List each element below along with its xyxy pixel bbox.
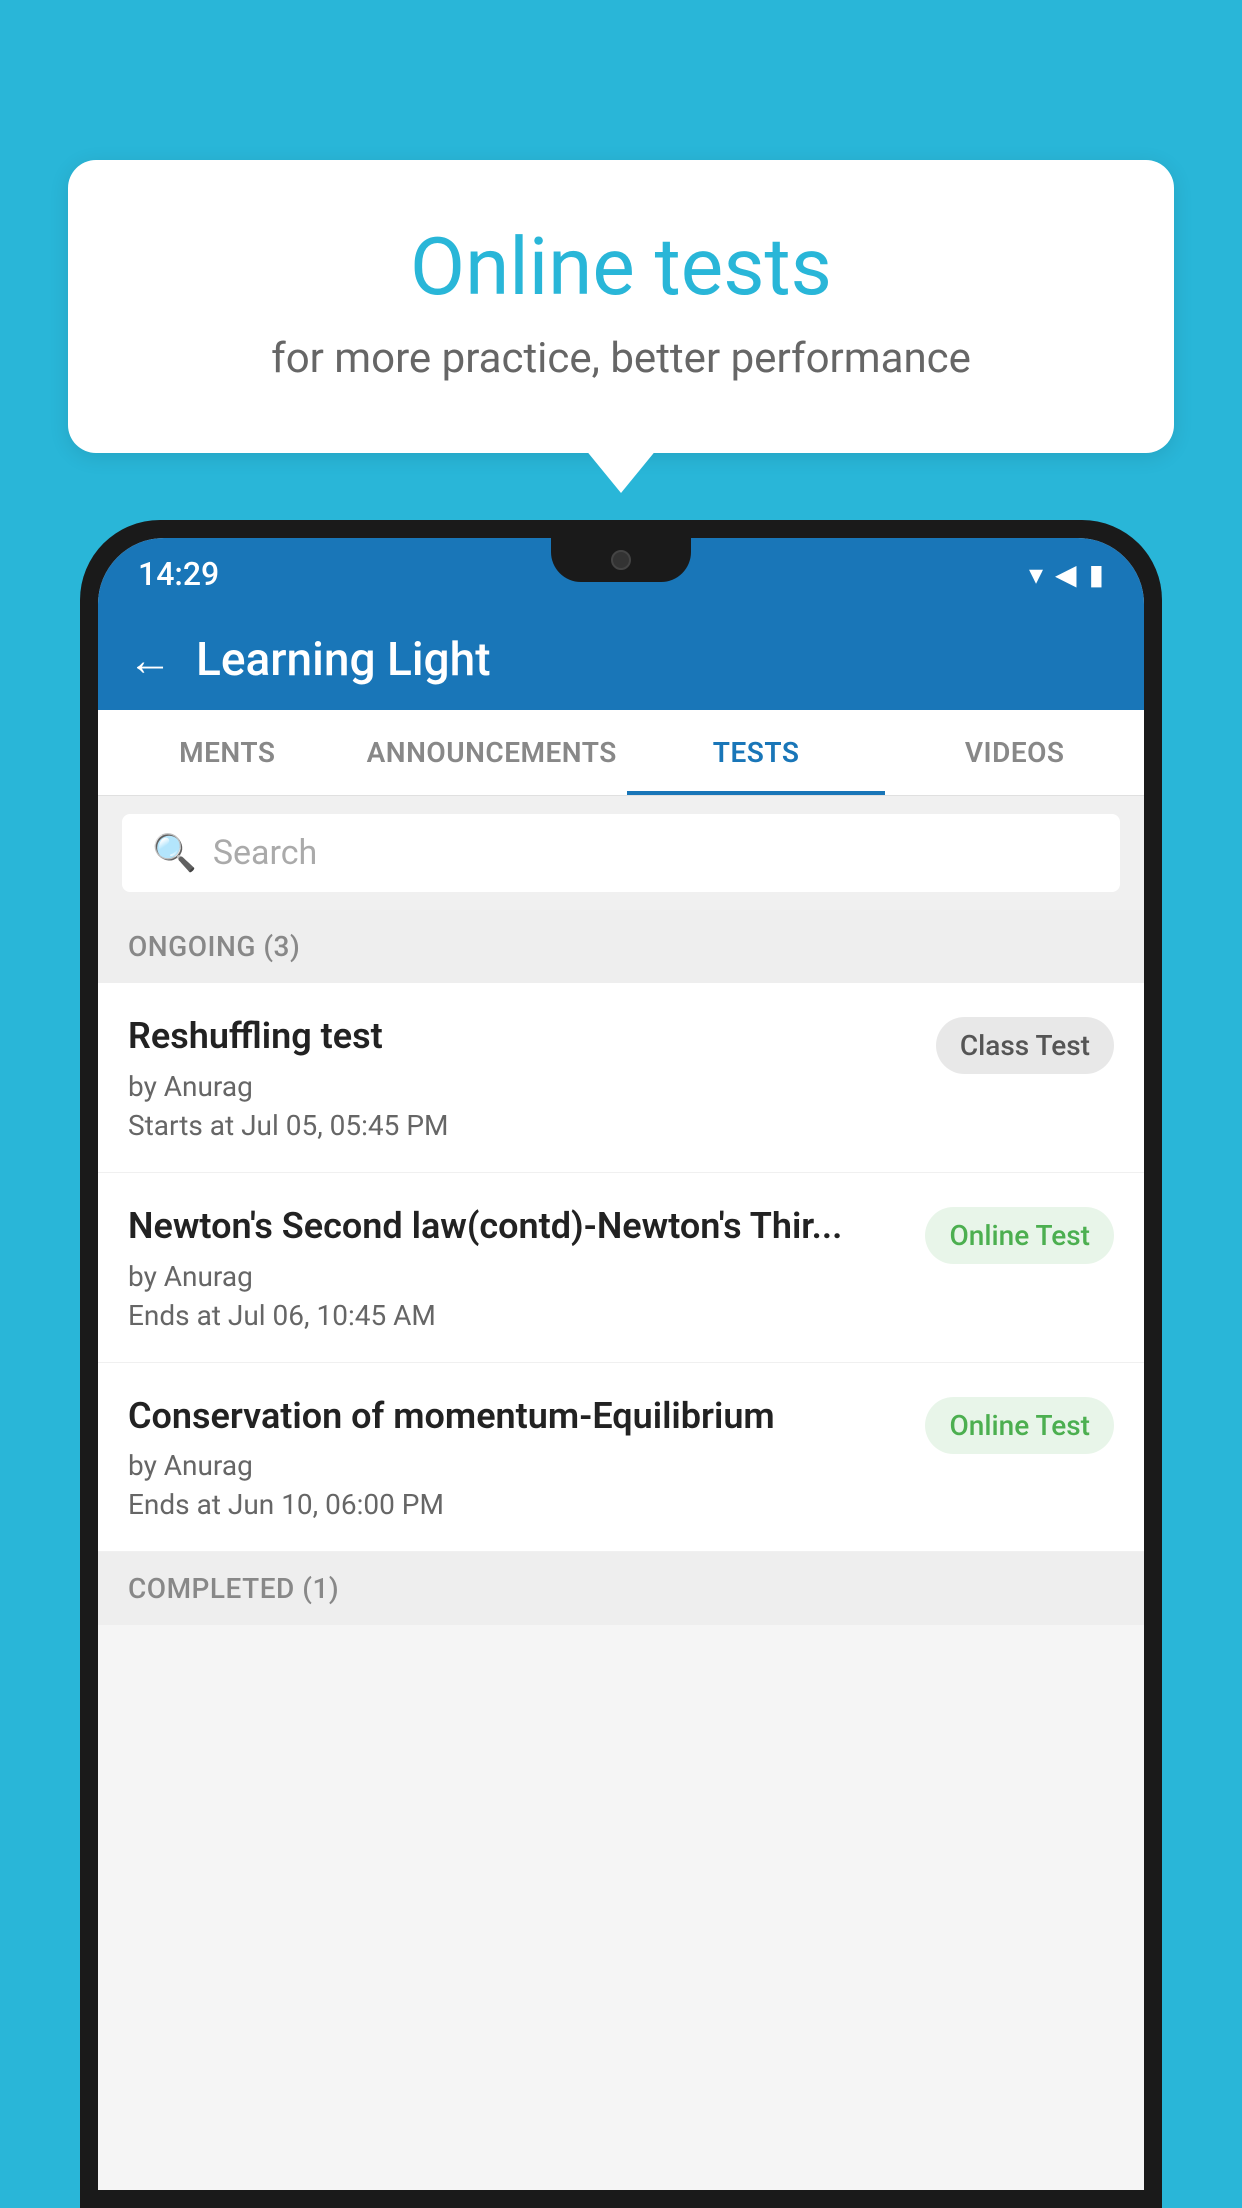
test-name-2: Newton's Second law(contd)-Newton's Thir…: [128, 1203, 905, 1250]
test-by-2: by Anurag: [128, 1260, 905, 1293]
status-bar: 14:29 ▾ ◀ ▮: [98, 538, 1144, 610]
back-button[interactable]: ←: [128, 634, 172, 686]
test-info-2: Newton's Second law(contd)-Newton's Thir…: [128, 1203, 905, 1332]
battery-icon: ▮: [1089, 558, 1104, 591]
test-by-3: by Anurag: [128, 1449, 905, 1482]
wifi-icon: ▾: [1029, 558, 1043, 591]
search-bar[interactable]: 🔍 Search: [122, 814, 1120, 892]
signal-icon: ◀: [1055, 558, 1077, 591]
app-title: Learning Light: [196, 633, 491, 687]
test-badge-1: Class Test: [936, 1017, 1114, 1074]
search-icon: 🔍: [152, 832, 197, 874]
test-date-3: Ends at Jun 10, 06:00 PM: [128, 1488, 905, 1521]
test-item-3[interactable]: Conservation of momentum-Equilibrium by …: [98, 1363, 1144, 1553]
app-bar: ← Learning Light: [98, 610, 1144, 710]
camera-dot: [611, 550, 631, 570]
status-time: 14:29: [138, 555, 219, 593]
status-icons: ▾ ◀ ▮: [1029, 558, 1104, 591]
tab-announcements[interactable]: ANNOUNCEMENTS: [357, 710, 627, 795]
phone-frame: 14:29 ▾ ◀ ▮ ← Learning Light MENTS ANNOU…: [80, 520, 1162, 2208]
speech-bubble: Online tests for more practice, better p…: [68, 160, 1174, 453]
search-container: 🔍 Search: [98, 796, 1144, 910]
test-item-1[interactable]: Reshuffling test by Anurag Starts at Jul…: [98, 983, 1144, 1173]
search-placeholder: Search: [213, 833, 317, 873]
completed-section-header: COMPLETED (1): [98, 1552, 1144, 1625]
tabs-container: MENTS ANNOUNCEMENTS TESTS VIDEOS: [98, 710, 1144, 796]
test-name-3: Conservation of momentum-Equilibrium: [128, 1393, 905, 1440]
test-info-1: Reshuffling test by Anurag Starts at Jul…: [128, 1013, 916, 1142]
tab-ments[interactable]: MENTS: [98, 710, 357, 795]
tab-videos[interactable]: VIDEOS: [885, 710, 1144, 795]
tab-tests[interactable]: TESTS: [627, 710, 886, 795]
test-name-1: Reshuffling test: [128, 1013, 916, 1060]
test-by-1: by Anurag: [128, 1070, 916, 1103]
phone-screen: 14:29 ▾ ◀ ▮ ← Learning Light MENTS ANNOU…: [98, 538, 1144, 2190]
ongoing-section-header: ONGOING (3): [98, 910, 1144, 983]
notch: [551, 538, 691, 582]
test-badge-2: Online Test: [925, 1207, 1114, 1264]
test-date-2: Ends at Jul 06, 10:45 AM: [128, 1299, 905, 1332]
test-info-3: Conservation of momentum-Equilibrium by …: [128, 1393, 905, 1522]
bubble-subtitle: for more practice, better performance: [118, 334, 1124, 383]
bubble-title: Online tests: [118, 220, 1124, 314]
test-item-2[interactable]: Newton's Second law(contd)-Newton's Thir…: [98, 1173, 1144, 1363]
test-badge-3: Online Test: [925, 1397, 1114, 1454]
test-date-1: Starts at Jul 05, 05:45 PM: [128, 1109, 916, 1142]
